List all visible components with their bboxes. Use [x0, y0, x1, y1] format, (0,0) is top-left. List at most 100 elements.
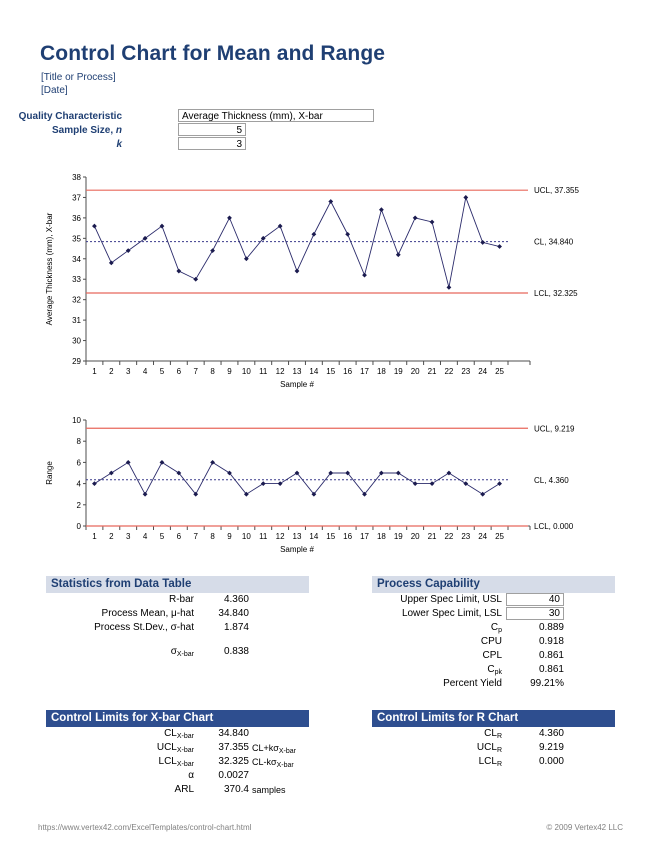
data-point[interactable] — [277, 481, 283, 486]
k-label: k — [116, 139, 122, 150]
x-tick-label: 4 — [143, 532, 148, 541]
stat-value: 0.861 — [538, 664, 564, 675]
footer-url[interactable]: https://www.vertex42.com/ExcelTemplates/… — [38, 823, 251, 832]
quality-characteristic-input[interactable]: Average Thickness (mm), X-bar — [178, 109, 374, 122]
stat-value: 0.0027 — [218, 770, 249, 781]
x-tick-label: 7 — [193, 367, 198, 376]
data-point[interactable] — [260, 481, 266, 486]
x-tick-label: 23 — [461, 532, 470, 541]
data-point[interactable] — [412, 215, 418, 221]
stat-label: R-bar — [168, 594, 194, 605]
x-tick-label: 5 — [160, 532, 165, 541]
x-tick-label: 22 — [444, 532, 453, 541]
series-line — [94, 195, 500, 288]
stat-value: 0.000 — [538, 756, 564, 767]
footer-copyright: © 2009 Vertex42 LLC — [546, 823, 623, 832]
x-tick-label: 10 — [242, 532, 251, 541]
stat-row: CPU 0.918 — [372, 635, 615, 649]
range-control-chart[interactable]: 0 2 4 6 8 10 1 2 3 4 5 6 7 8 9 10 11 12 13 14 15 16 17 18 19 20 21… — [38, 408, 638, 563]
y-tick-label: 36 — [72, 214, 81, 223]
data-point[interactable] — [362, 272, 367, 278]
xbar-chart-svg: 293031323334353637381 2 3 4 5 6 7 8 9 10 11 12 13 14 1… — [45, 173, 579, 389]
reference-label-cl: CL, 4.360 — [534, 476, 569, 485]
process-subtitle: [Title or Process] — [41, 72, 116, 83]
data-point[interactable] — [328, 199, 334, 204]
y-tick-label: 30 — [72, 337, 81, 346]
stat-value: 0.838 — [223, 646, 249, 657]
data-point[interactable] — [429, 481, 435, 486]
y-tick-label: 0 — [77, 522, 82, 531]
data-point[interactable] — [395, 252, 401, 258]
y-tick-label: 35 — [72, 234, 81, 243]
stat-label: CLR — [484, 728, 502, 740]
data-point[interactable] — [294, 268, 300, 274]
stat-value: 9.219 — [538, 742, 564, 753]
stat-value: 32.325 — [218, 756, 249, 767]
page-title: Control Chart for Mean and Range — [40, 42, 386, 65]
data-point[interactable] — [480, 491, 486, 497]
data-point[interactable] — [463, 481, 469, 486]
x-tick-label: 25 — [495, 367, 504, 376]
data-point[interactable] — [446, 470, 452, 476]
data-point[interactable] — [159, 460, 165, 465]
stat-row: Cp 0.889 — [372, 621, 615, 635]
data-point[interactable] — [108, 470, 114, 476]
stat-row: UCLR 9.219 — [372, 741, 615, 755]
x-tick-label: 12 — [276, 532, 285, 541]
data-point[interactable] — [497, 244, 502, 249]
data-point[interactable] — [311, 231, 317, 237]
stat-value: 4.360 — [223, 594, 249, 605]
data-point[interactable] — [497, 481, 502, 486]
x-tick-label: 1 — [92, 367, 97, 376]
data-point[interactable] — [125, 460, 131, 465]
y-tick-label: 29 — [72, 357, 81, 366]
data-point[interactable] — [210, 460, 215, 465]
data-point[interactable] — [480, 240, 486, 245]
r-limits-panel: Control Limits for R Chart CLR 4.360 UCLR 9… — [372, 710, 615, 769]
reference-label-lcl: LCL, 0.000 — [534, 522, 574, 531]
data-point[interactable] — [412, 481, 418, 486]
x-tick-label: 6 — [177, 532, 182, 541]
data-point[interactable] — [193, 276, 199, 282]
y-tick-label: 31 — [72, 316, 81, 325]
data-point[interactable] — [142, 491, 148, 497]
statistics-panel-heading: Statistics from Data Table — [46, 576, 309, 593]
reference-label-ucl: UCL, 9.219 — [534, 424, 575, 433]
stat-value: 0.861 — [538, 650, 564, 661]
x-tick-label: 24 — [478, 532, 487, 541]
x-tick-label: 18 — [377, 367, 386, 376]
stat-label: Percent Yield — [443, 678, 502, 689]
stat-row: Process St.Dev., σ-hat 1.874 — [46, 621, 309, 635]
reference-label-ucl: UCL, 37.355 — [534, 186, 579, 195]
stat-value: 370.4 — [223, 784, 249, 795]
k-input[interactable]: 3 — [178, 137, 246, 150]
r-limits-heading: Control Limits for R Chart — [372, 710, 615, 727]
stat-label: Process St.Dev., σ-hat — [94, 622, 194, 633]
x-tick-label: 2 — [109, 367, 114, 376]
stat-label: CPU — [480, 636, 502, 647]
data-point[interactable] — [446, 285, 452, 290]
stat-label: CPL — [482, 650, 502, 661]
stat-row: R-bar 4.360 — [46, 593, 309, 607]
xbar-limits-heading: Control Limits for X-bar Chart — [46, 710, 309, 727]
stat-value-input[interactable]: 40 — [506, 593, 564, 606]
stat-row: Percent Yield 99.21% — [372, 677, 615, 691]
stat-value-input[interactable]: 30 — [506, 607, 564, 620]
y-tick-label: 8 — [77, 437, 82, 446]
data-point[interactable] — [210, 248, 215, 253]
r-limits-rows: CLR 4.360 UCLR 9.219 LCLR 0.000 — [372, 727, 615, 769]
data-point[interactable] — [463, 195, 469, 200]
sample-size-input[interactable]: 5 — [178, 123, 246, 136]
data-point[interactable] — [227, 215, 232, 221]
xbar-control-chart[interactable]: 29 30 31 32 33 34 35 36 37 38 1 2 3 4 5 6 7 8 9 10 11 12 13 14 1… — [38, 165, 638, 400]
data-point[interactable] — [379, 207, 384, 213]
data-point[interactable] — [176, 268, 182, 274]
stat-value: 1.874 — [223, 622, 249, 633]
data-point[interactable] — [345, 231, 351, 237]
data-point[interactable] — [429, 219, 435, 225]
data-point[interactable] — [395, 470, 401, 476]
data-point[interactable] — [92, 481, 97, 486]
x-tick-label: 5 — [160, 367, 165, 376]
sample-size-label: Sample Size, n — [51, 125, 122, 136]
data-point[interactable] — [92, 223, 97, 229]
